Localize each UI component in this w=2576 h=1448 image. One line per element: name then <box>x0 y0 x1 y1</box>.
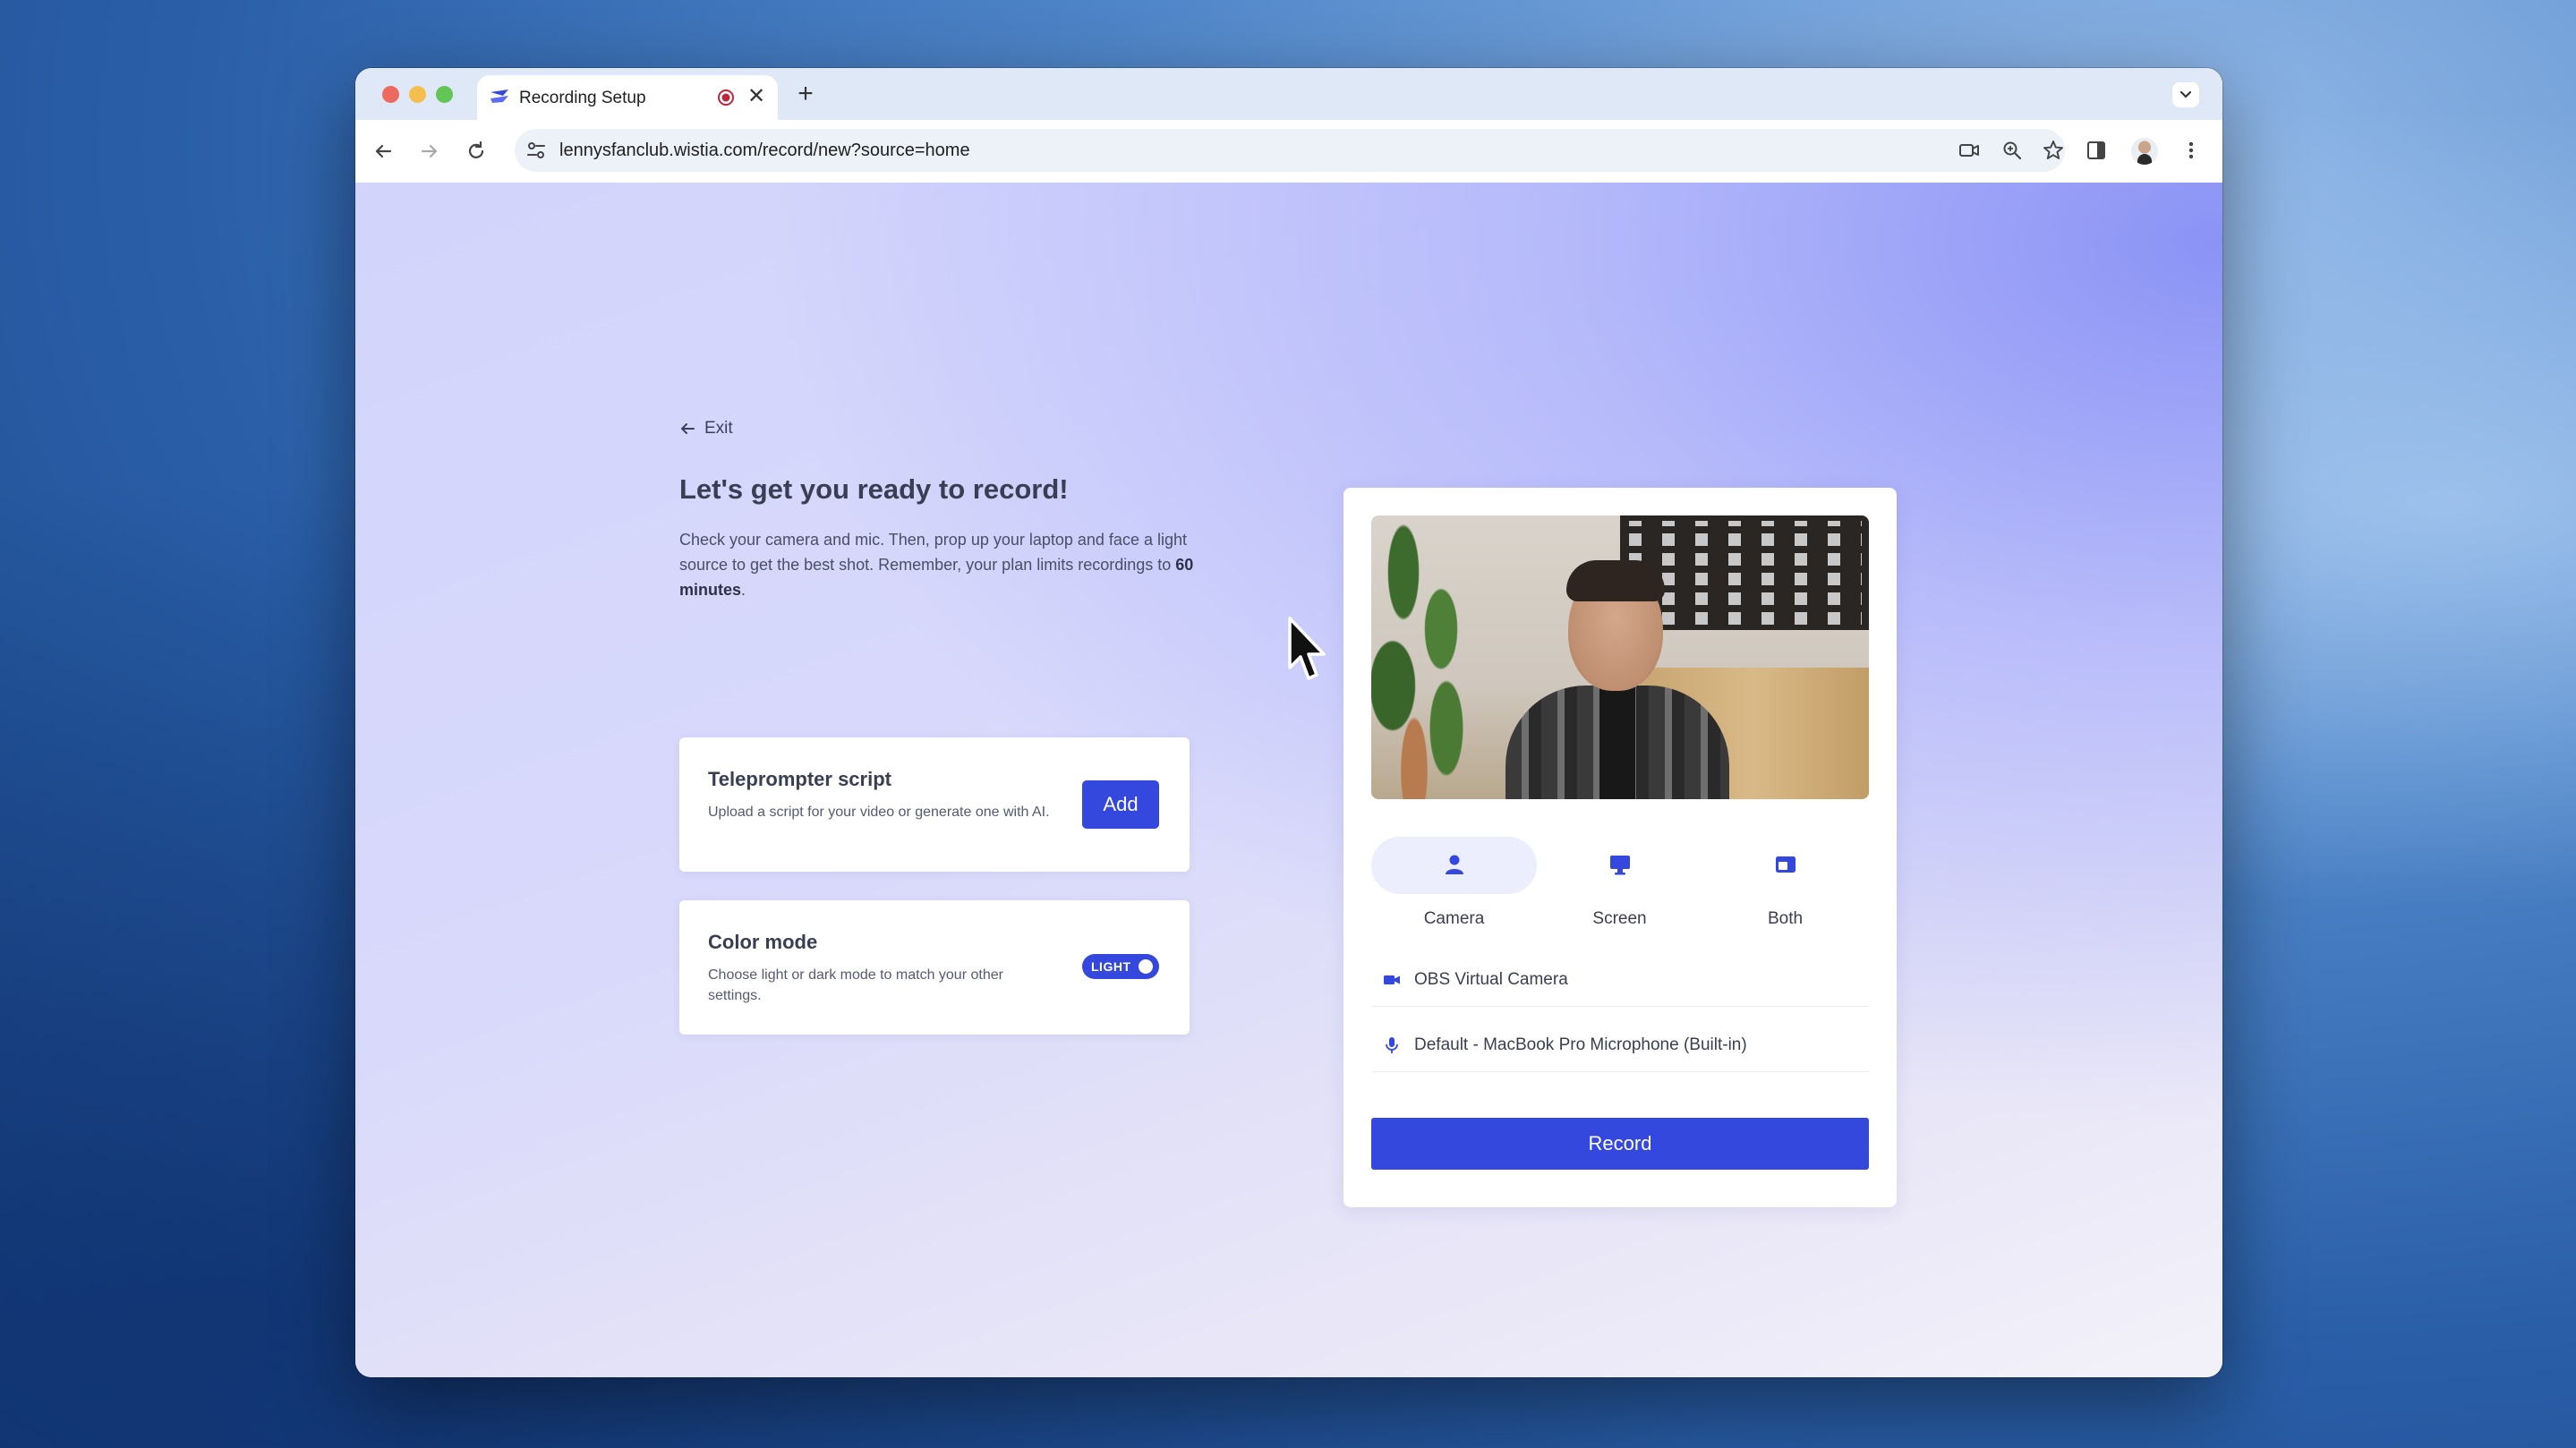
color-mode-toggle[interactable]: LIGHT <box>1082 954 1159 979</box>
color-mode-title: Color mode <box>708 931 818 953</box>
microphone-icon <box>1386 1037 1398 1053</box>
person-hair-image <box>1566 560 1665 601</box>
intro-text-end: . <box>741 581 746 599</box>
reload-icon[interactable] <box>463 138 490 165</box>
intro-text-main: Check your camera and mic. Then, prop up… <box>679 531 1187 574</box>
source-tab-screen[interactable]: Screen <box>1537 837 1702 935</box>
zoom-icon[interactable] <box>2000 139 2024 162</box>
back-arrow-icon[interactable] <box>370 138 397 165</box>
tab-search-button[interactable] <box>2172 82 2199 107</box>
minimize-window-button[interactable] <box>409 86 426 103</box>
source-tabs: Camera Screen Both <box>1371 837 1869 935</box>
camera-select[interactable]: OBS Virtual Camera <box>1371 954 1869 1007</box>
source-tab-label: Both <box>1767 909 1804 928</box>
exit-link[interactable]: Exit <box>679 417 733 440</box>
toggle-knob <box>1139 959 1153 974</box>
source-tab-both[interactable]: Both <box>1702 837 1868 935</box>
arrow-left-icon <box>681 423 695 434</box>
maximize-window-button[interactable] <box>436 86 453 103</box>
wistia-favicon-icon <box>490 89 508 103</box>
monitor-icon <box>1610 856 1630 875</box>
forward-arrow-icon[interactable] <box>416 138 443 165</box>
color-mode-toggle-label: LIGHT <box>1091 959 1131 974</box>
close-tab-icon[interactable]: ✕ <box>746 84 767 109</box>
teleprompter-title: Teleprompter script <box>708 768 891 790</box>
add-script-button[interactable]: Add <box>1082 780 1159 829</box>
source-tab-label: Camera <box>1423 909 1485 928</box>
bookmark-star-icon[interactable] <box>2042 139 2065 162</box>
calendar-numbers-image <box>1629 521 1862 625</box>
recorder-panel: Camera Screen Both OBS Virtual Camera De… <box>1343 488 1897 1207</box>
color-mode-card: Color mode Choose light or dark mode to … <box>679 900 1190 1035</box>
person-body-image <box>1506 686 1729 799</box>
source-tab-camera[interactable]: Camera <box>1371 837 1537 935</box>
close-window-button[interactable] <box>382 86 399 103</box>
more-menu-icon[interactable] <box>2178 137 2205 164</box>
browser-toolbar: lennysfanclub.wistia.com/record/new?sour… <box>355 120 2222 183</box>
active-tab[interactable]: Recording Setup ✕ <box>477 75 778 120</box>
tab-bar: Recording Setup ✕ + <box>355 68 2222 120</box>
address-bar[interactable]: lennysfanclub.wistia.com/record/new?sour… <box>515 129 2065 172</box>
person-icon <box>1446 855 1463 874</box>
profile-avatar[interactable] <box>2131 138 2158 165</box>
record-button[interactable]: Record <box>1371 1118 1869 1170</box>
camera-preview <box>1371 515 1869 799</box>
camera-device-name: OBS Virtual Camera <box>1414 970 1568 989</box>
intro-text: Check your camera and mic. Then, prop up… <box>679 527 1207 602</box>
chevron-down-icon <box>2179 90 2192 98</box>
video-camera-icon <box>1384 975 1400 984</box>
source-tab-label: Screen <box>1592 909 1647 928</box>
window-icon <box>1776 856 1796 873</box>
plant-image <box>1371 515 1479 799</box>
browser-window: Recording Setup ✕ + lennysfanclub.wistia… <box>355 68 2222 1377</box>
page-content: Exit Let's get you ready to record! Chec… <box>355 183 2222 1377</box>
microphone-select[interactable]: Default - MacBook Pro Microphone (Built-… <box>1371 1019 1869 1072</box>
page-title: Let's get you ready to record! <box>679 473 1069 505</box>
recording-indicator-icon <box>718 89 734 106</box>
exit-label: Exit <box>704 419 733 438</box>
microphone-device-name: Default - MacBook Pro Microphone (Built-… <box>1414 1035 1747 1054</box>
teleprompter-description: Upload a script for your video or genera… <box>708 805 1050 820</box>
url-text: lennysfanclub.wistia.com/record/new?sour… <box>559 141 970 160</box>
new-tab-icon[interactable]: + <box>792 79 819 109</box>
mouse-pointer-icon <box>1288 617 1326 680</box>
side-panel-icon[interactable] <box>2083 137 2110 164</box>
tab-title: Recording Setup <box>519 89 646 107</box>
color-mode-description: Choose light or dark mode to match your … <box>708 967 1003 1003</box>
camera-in-use-icon[interactable] <box>1958 139 1981 162</box>
site-settings-icon[interactable] <box>525 140 547 161</box>
teleprompter-card: Teleprompter script Upload a script for … <box>679 737 1190 872</box>
